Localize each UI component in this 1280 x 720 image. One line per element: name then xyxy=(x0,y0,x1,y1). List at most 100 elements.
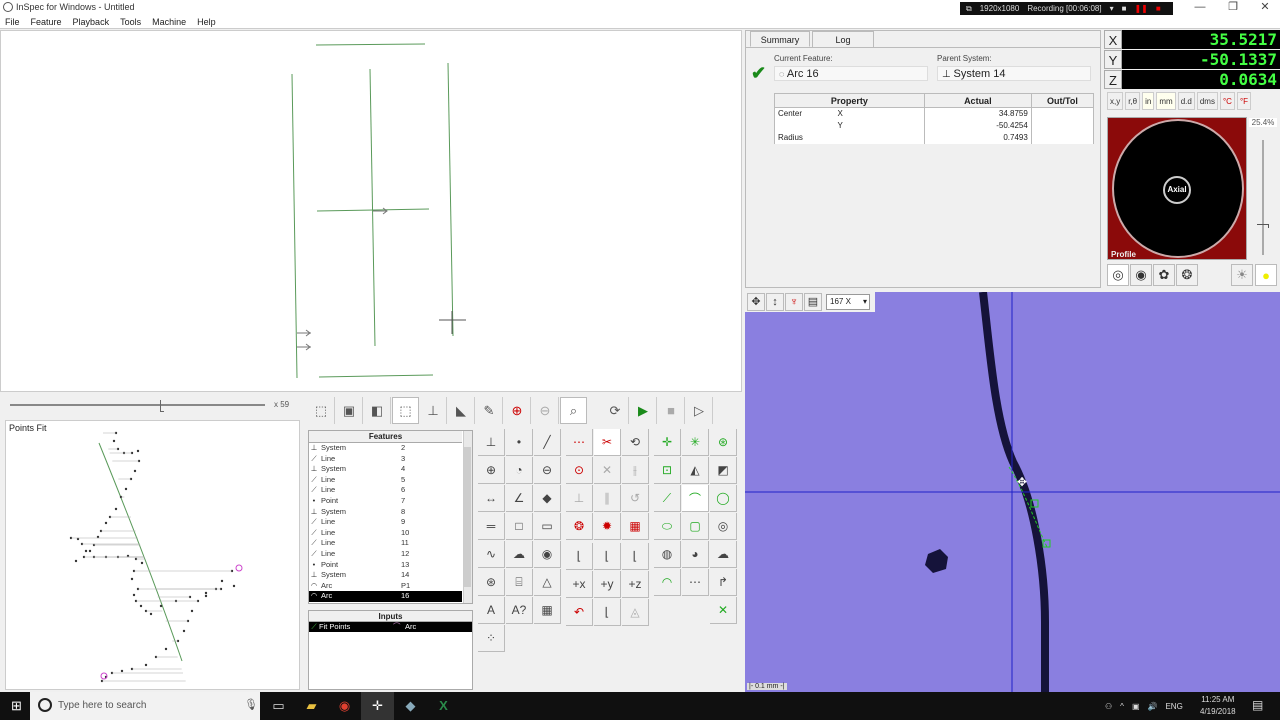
tab-summary[interactable]: Summary xyxy=(750,31,810,47)
menu-feature[interactable]: Feature xyxy=(31,15,62,28)
features-scroll-thumb[interactable] xyxy=(464,447,471,587)
delete-point-icon[interactable]: ✕ xyxy=(710,597,737,624)
peak-icon[interactable]: ◭ xyxy=(682,457,709,484)
language-indicator[interactable]: ENG xyxy=(1165,702,1182,711)
feature-row[interactable]: ⟋ Line 12 xyxy=(309,549,462,560)
feature-row[interactable]: ⊥ System 2 xyxy=(309,443,462,454)
line-icon[interactable]: ╱ xyxy=(534,429,561,456)
task-view-icon[interactable]: ▭ xyxy=(262,692,295,720)
close-button[interactable]: ✕ xyxy=(1250,0,1280,16)
zoom-in-icon[interactable]: ⊕ xyxy=(504,397,531,424)
valley-icon[interactable]: ◩ xyxy=(710,457,737,484)
intensity-slider-track[interactable] xyxy=(1262,140,1264,255)
thread-icon[interactable]: ▦ xyxy=(622,513,649,540)
zoom-slider-track[interactable] xyxy=(10,404,265,406)
zoom-out-icon[interactable]: ⊖ xyxy=(532,397,559,424)
fit-circle-icon[interactable]: ◯ xyxy=(710,485,737,512)
camera-icon[interactable]: ■ xyxy=(1122,4,1127,13)
system-s-icon[interactable]: ⌊ xyxy=(594,543,621,570)
stop-icon[interactable]: ■ xyxy=(658,397,685,424)
torus-icon[interactable]: ◉ xyxy=(534,541,561,568)
tool-kit-icon[interactable]: ✂ xyxy=(594,429,621,456)
arc-icon[interactable]: ◔ xyxy=(506,457,533,484)
camera-zoom-select[interactable]: 167 X ▾ xyxy=(826,294,870,310)
slot-icon[interactable]: ═ xyxy=(478,513,505,540)
feature-row[interactable]: ⟋ Line 5 xyxy=(309,475,462,486)
offset-z-icon[interactable]: +z xyxy=(622,571,649,598)
notes-app-icon[interactable]: ◆ xyxy=(394,692,427,720)
fit-rect-icon[interactable]: ▢ xyxy=(682,513,709,540)
profile-light-label[interactable]: Profile xyxy=(1111,250,1136,259)
gear-in-icon[interactable]: ❂ xyxy=(566,513,593,540)
feature-row[interactable]: ◠ Arc 16 xyxy=(309,591,462,602)
feature-row[interactable]: ⊥ System 8 xyxy=(309,507,462,518)
cad-view[interactable] xyxy=(0,30,742,392)
offset-y-icon[interactable]: +y xyxy=(594,571,621,598)
feature-row[interactable]: ⟋ Line 6 xyxy=(309,485,462,496)
tray-chevron-icon[interactable]: ^ xyxy=(1120,702,1124,711)
fit-ring-icon[interactable]: ◎ xyxy=(710,513,737,540)
offset-x-icon[interactable]: +x xyxy=(566,571,593,598)
light-on-icon[interactable]: ● xyxy=(1255,264,1277,286)
target-icon[interactable]: ⊙ xyxy=(566,457,593,484)
scatter-icon[interactable]: ⁘ xyxy=(478,625,505,652)
distance-icon[interactable]: ↔ xyxy=(478,485,505,512)
feature-row[interactable]: ⟋ Line 11 xyxy=(309,538,462,549)
camera-view[interactable]: ✥ xyxy=(745,292,1280,692)
rounded-rect-icon[interactable]: ▭ xyxy=(534,513,561,540)
edge-tool-icon[interactable]: ♆ xyxy=(785,293,803,311)
rotate-icon[interactable]: ↶ xyxy=(566,599,593,626)
tab-log[interactable]: Log xyxy=(812,31,874,47)
fit-dot-icon[interactable]: ◍ xyxy=(654,541,681,568)
ring-full-icon[interactable]: ❂ xyxy=(1176,264,1198,286)
light-off-icon[interactable]: ☀ xyxy=(1231,264,1253,286)
multi-point-icon[interactable]: ⋯ xyxy=(566,429,593,456)
3d-rotate-icon[interactable]: ◬ xyxy=(622,599,649,626)
points-fit-view[interactable]: Points Fit xyxy=(5,420,300,690)
play-icon[interactable]: ▶ xyxy=(630,397,657,424)
taskbar-search[interactable]: Type here to search xyxy=(30,692,260,720)
system-icon[interactable]: ⊥ xyxy=(478,429,505,456)
point-cloud-fit-icon[interactable]: ⋯ xyxy=(682,569,709,596)
intensity-slider-thumb[interactable] xyxy=(1257,224,1269,228)
people-icon[interactable]: ⚇ xyxy=(1105,702,1112,711)
features-list[interactable]: Features ⊥ System 2 ⟋ Line 3 ⊥ System 4 ⟋ Line 5 ⟋ Li… xyxy=(308,430,473,604)
menu-help[interactable]: Help xyxy=(197,15,216,28)
profile-icon[interactable]: ◣ xyxy=(448,397,475,424)
ring-multi-icon[interactable]: ◉ xyxy=(1130,264,1152,286)
system-l-icon[interactable]: ⌊ xyxy=(566,543,593,570)
solid-cube-icon[interactable]: ▣ xyxy=(336,397,363,424)
file-explorer-icon[interactable]: ▰ xyxy=(295,692,328,720)
curve-icon[interactable]: ∿ xyxy=(478,541,505,568)
parallel-icon[interactable]: ∥ xyxy=(594,485,621,512)
angle-icon[interactable]: ∠ xyxy=(506,485,533,512)
query-text-icon[interactable]: A? xyxy=(506,597,533,624)
zoom-slider-thumb[interactable] xyxy=(160,400,164,412)
feature-row[interactable]: ⟋ Line 9 xyxy=(309,517,462,528)
iso-cube-icon[interactable]: ⬚ xyxy=(392,397,419,424)
gear-out-icon[interactable]: ✹ xyxy=(594,513,621,540)
minimize-button[interactable]: — xyxy=(1185,0,1215,16)
chrome-icon[interactable]: ◉ xyxy=(328,692,361,720)
windows-start-icon[interactable]: ⊞ xyxy=(0,692,33,720)
feature-row[interactable]: • Point 7 xyxy=(309,496,462,507)
inputs-list[interactable]: Inputs ⟋ Fit Points ⌒ Arc xyxy=(308,610,473,690)
feature-row[interactable]: ◠ Arc P1 xyxy=(309,581,462,592)
fit-arc-icon[interactable]: ⌒ xyxy=(682,485,709,512)
feature-row[interactable]: ⊥ System 4 xyxy=(309,464,462,475)
mm-button[interactable]: mm xyxy=(1156,92,1176,110)
zoom-fit-icon[interactable]: ⌕ xyxy=(560,397,587,424)
input-row[interactable]: ⟋ Fit Points ⌒ Arc xyxy=(309,622,472,632)
volume-icon[interactable]: 🔊 xyxy=(1148,702,1158,711)
midpoint-icon[interactable]: ⫲ xyxy=(622,457,649,484)
plane-icon[interactable]: ◆ xyxy=(534,485,561,512)
fahrenheit-button[interactable]: °F xyxy=(1236,92,1252,110)
ring-sector-icon[interactable]: ✿ xyxy=(1153,264,1175,286)
fit-line-icon[interactable]: ⟋ xyxy=(654,485,681,512)
vertical-move-icon[interactable]: ↕ xyxy=(766,293,784,311)
stop-icon[interactable]: ■ xyxy=(1156,4,1161,13)
ring-single-icon[interactable]: ◎ xyxy=(1107,264,1129,286)
notification-icon[interactable]: ▤ xyxy=(1252,698,1263,712)
pause-icon[interactable]: ❚❚ xyxy=(1134,4,1147,13)
intersect-icon[interactable]: ✕ xyxy=(594,457,621,484)
